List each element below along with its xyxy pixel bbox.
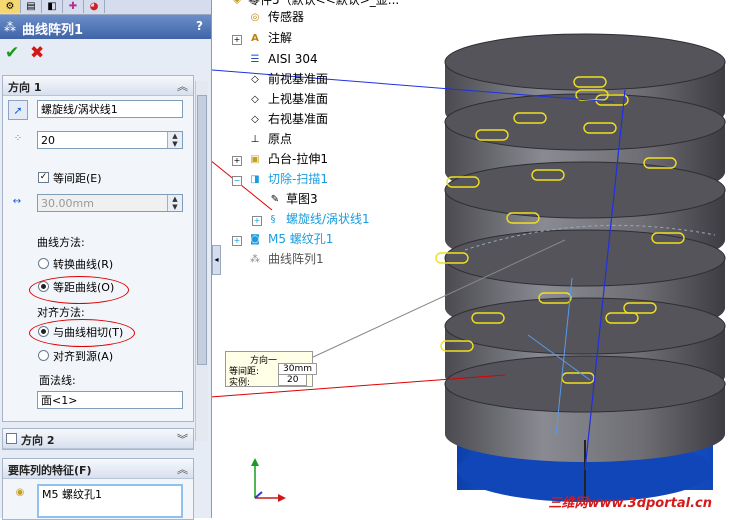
property-manager-titlebar: ⁂ 曲线阵列1 ?	[0, 15, 211, 39]
manager-tabs: ⚙ ▤ ◧ ✚ ◕	[0, 0, 211, 15]
hole-wizard-icon: ◙	[250, 234, 260, 245]
equal-spacing-label: 等间距(E)	[53, 172, 102, 185]
help-button[interactable]: ?	[196, 19, 203, 33]
curve-method-label: 曲线方法:	[37, 236, 85, 249]
collapse-chevron-icon[interactable]: ︽	[177, 78, 188, 94]
direction-2-group: 方向 2 ︾	[2, 428, 194, 450]
dimxpert-icon[interactable]: ✚	[63, 0, 84, 13]
radio-transform-curve-label: 转换曲线(R)	[53, 258, 114, 271]
features-title: 要阵列的特征(F)	[8, 464, 92, 477]
face-normal-label: 面法线:	[39, 374, 76, 387]
ok-cancel-row: ✔ ✖	[0, 40, 211, 66]
features-to-pattern-group: 要阵列的特征(F) ︽ ◉ M5 螺纹孔1	[2, 458, 194, 520]
scrollbar-thumb[interactable]	[197, 95, 207, 365]
spacing-spinner[interactable]: ▲ ▼	[167, 195, 182, 211]
annotation-ellipse-offset-curve	[29, 276, 129, 304]
sketch-icon: ✎	[270, 194, 280, 205]
instance-count-value: 20	[41, 134, 55, 147]
expand-icon[interactable]: +	[232, 236, 242, 246]
plane-icon: ◇	[251, 94, 259, 105]
watermark: 三维网www.3dportal.cn	[548, 496, 712, 511]
callout-instances-value[interactable]: 20	[278, 374, 308, 386]
feature-tree: ◈ 零件5（默认<<默认>_显... ◎ 传感器 + A 注解 ☰ AISI 304 ◇ 前…	[216, 0, 416, 270]
material-icon: ☰	[250, 54, 260, 65]
instance-count-field[interactable]: 20 ▲ ▼	[37, 131, 183, 149]
cancel-button[interactable]: ✖	[30, 43, 44, 63]
plane-icon: ◇	[251, 74, 259, 85]
ok-button[interactable]: ✔	[5, 43, 19, 63]
direction-callout: 方向一 等间距: 30mm 实例: 20	[225, 351, 317, 388]
coordinate-triad	[251, 458, 286, 502]
plane-icon: ◇	[251, 114, 259, 125]
radio-align-to-seed[interactable]	[38, 350, 49, 361]
annotation-ellipse-tangent	[29, 319, 135, 347]
instance-count-spinner[interactable]: ▲ ▼	[167, 132, 182, 148]
direction-1-group: 方向 1 ︽ ➚ 螺旋线/涡状线1 ⁘ 20 ▲ ▼ ✓ 等间距(E) ↔ 30.…	[2, 75, 194, 422]
sweep-cut-icon: ◨	[250, 174, 260, 185]
spacing-field[interactable]: 30.00mm ▲ ▼	[37, 194, 183, 212]
property-manager-icon[interactable]: ▤	[21, 0, 42, 13]
thread-ring-top	[444, 161, 726, 219]
curve-pattern-icon: ⁂	[4, 20, 16, 34]
direction-2-header[interactable]: 方向 2 ︾	[3, 429, 193, 449]
curve-pattern-icon: ⁂	[250, 254, 260, 265]
feature-manager-icon[interactable]: ⚙	[0, 0, 21, 13]
display-manager-icon[interactable]: ◕	[84, 0, 105, 13]
equal-spacing-checkbox[interactable]: ✓	[38, 172, 49, 183]
callout-instances-label: 实例:	[229, 378, 251, 388]
thread-ring-top	[444, 229, 726, 287]
thread-ring-top	[444, 297, 726, 355]
features-list-item[interactable]: M5 螺纹孔1	[42, 488, 102, 501]
thread-ring-top	[444, 33, 726, 91]
origin-icon: ⊥	[250, 134, 260, 145]
panel-scrollbar[interactable]	[195, 81, 208, 441]
thread-ring-top	[444, 355, 726, 413]
direction-1-title: 方向 1	[8, 81, 42, 94]
helix-icon: §	[270, 214, 276, 225]
property-manager-title: 曲线阵列1	[22, 23, 84, 38]
spacing-icon: ↔	[12, 196, 22, 207]
annotation-icon: A	[251, 33, 259, 44]
direction-1-header[interactable]: 方向 1 ︽	[3, 76, 193, 96]
part-icon: ◈	[233, 0, 241, 6]
expand-icon[interactable]: +	[232, 156, 242, 166]
direction-2-title: 方向 2	[21, 434, 55, 447]
reverse-direction-icon[interactable]: ➚	[8, 100, 28, 120]
expand-icon[interactable]: +	[252, 216, 262, 226]
sensor-icon: ◎	[250, 12, 260, 23]
radio-transform-curve[interactable]	[38, 258, 49, 269]
face-normal-field[interactable]: 面<1>	[37, 391, 183, 409]
extrude-icon: ▣	[250, 154, 260, 165]
features-header[interactable]: 要阵列的特征(F) ︽	[3, 459, 193, 479]
expand-chevron-icon[interactable]: ︾	[177, 431, 188, 447]
expand-icon[interactable]: +	[232, 35, 242, 45]
features-list[interactable]: M5 螺纹孔1	[37, 484, 183, 518]
thread-ring-top	[444, 93, 726, 151]
curve-selection-field[interactable]: 螺旋线/涡状线1	[37, 100, 183, 118]
feature-list-icon: ◉	[15, 487, 25, 498]
collapse-icon[interactable]: −	[232, 176, 242, 186]
radio-align-to-seed-label: 对齐到源(A)	[53, 350, 114, 363]
instance-count-icon: ⁘	[13, 133, 23, 144]
align-method-label: 对齐方法:	[37, 306, 85, 319]
configuration-manager-icon[interactable]: ◧	[42, 0, 63, 13]
property-manager-panel: ⚙ ▤ ◧ ✚ ◕ ⁂ 曲线阵列1 ? ✔ ✖ 方向 1 ︽ ➚ 螺旋线/涡状线…	[0, 0, 212, 520]
direction-2-checkbox[interactable]	[6, 433, 17, 444]
spacing-value: 30.00mm	[41, 197, 94, 210]
features-collapse-chevron-icon[interactable]: ︽	[177, 461, 188, 477]
